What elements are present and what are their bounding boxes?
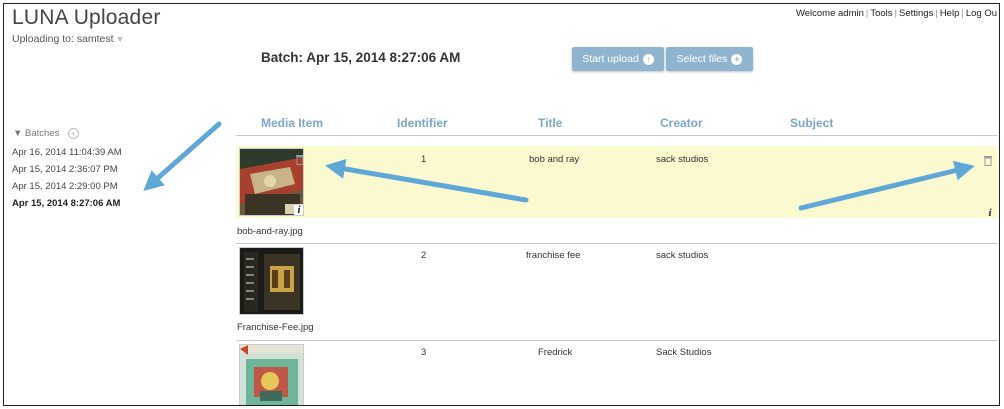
annotation-arrows xyxy=(143,121,975,211)
annotation-arrow-icon xyxy=(143,121,222,191)
annotation-arrow-icon xyxy=(325,159,529,203)
annotation-arrow-icon xyxy=(798,160,975,211)
uploader-window: LUNA Uploader Uploading to: samtest ▼ Wel… xyxy=(3,3,1000,406)
